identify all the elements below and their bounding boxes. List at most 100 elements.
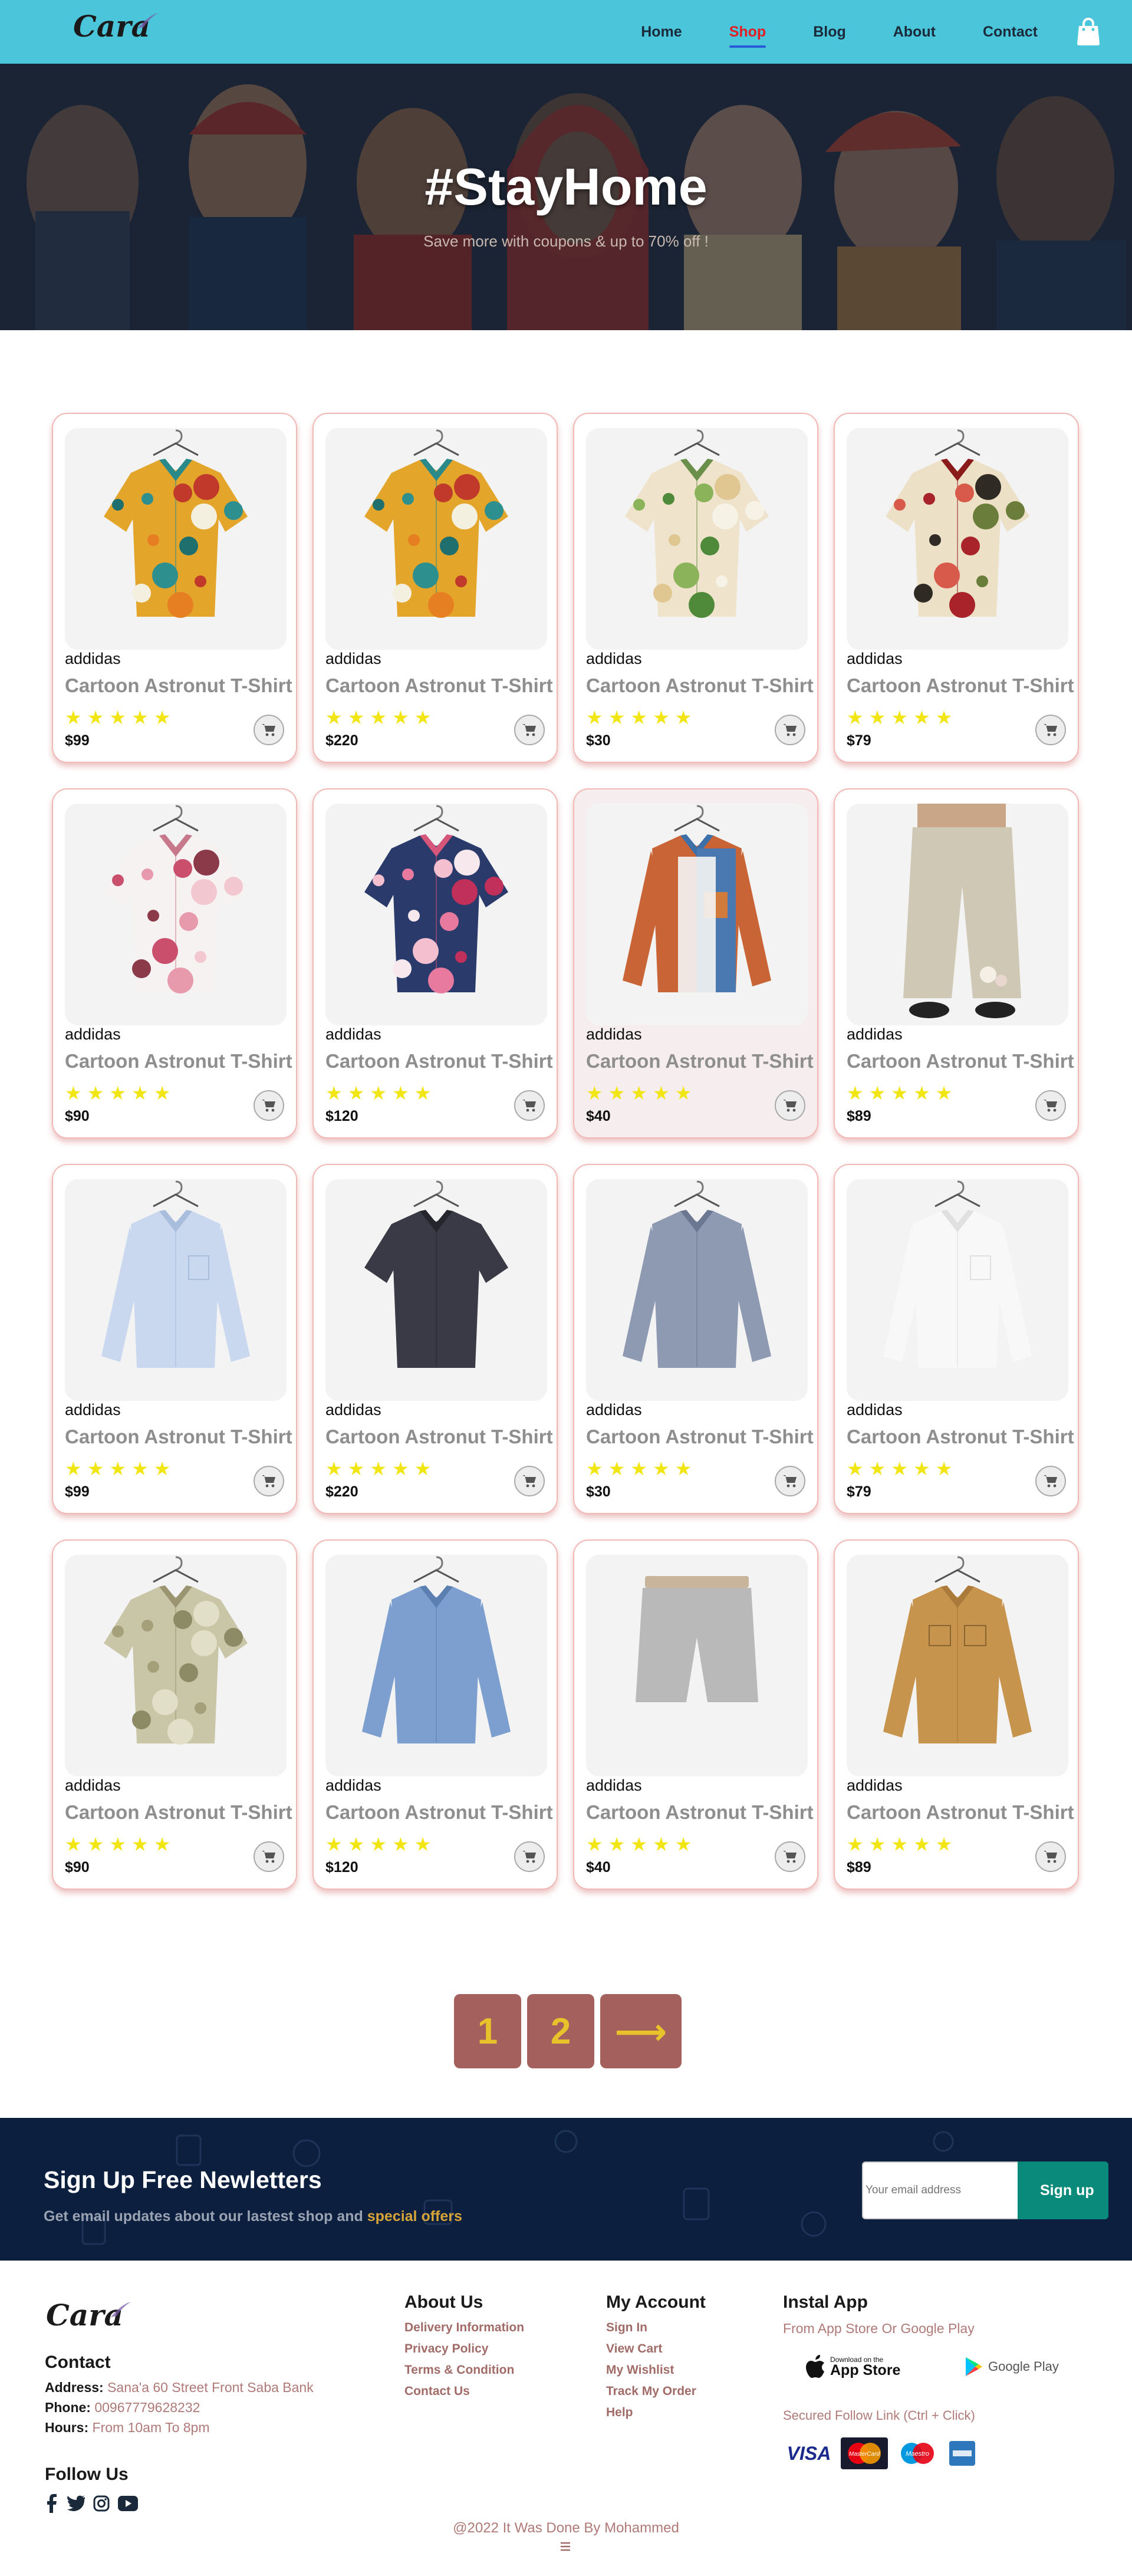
add-to-cart-button[interactable]: [775, 1090, 805, 1121]
nav-home[interactable]: Home: [641, 20, 682, 44]
page-1-button[interactable]: 1: [454, 1994, 521, 2068]
nav-contact[interactable]: Contact: [983, 20, 1038, 44]
star-icon: ★: [109, 1083, 132, 1104]
menu-toggle-icon[interactable]: [559, 2540, 572, 2553]
view-cart-link[interactable]: View Cart: [606, 2342, 662, 2356]
add-to-cart-button[interactable]: [1035, 1090, 1066, 1121]
star-icon: ★: [325, 707, 348, 728]
product-image[interactable]: [65, 428, 287, 650]
star-icon: ★: [847, 1834, 869, 1855]
add-to-cart-button[interactable]: [254, 1466, 284, 1496]
product-image[interactable]: [65, 804, 287, 1025]
youtube-icon[interactable]: [118, 2496, 138, 2511]
cara-logo[interactable]: Cara: [72, 6, 160, 47]
product-card[interactable]: addidas Cartoon Astronut T-Shirt ★★★★★ $120: [312, 788, 558, 1139]
product-photo: [364, 805, 508, 993]
email-input[interactable]: [862, 2162, 1018, 2219]
product-card[interactable]: addidas Cartoon Astronut T-Shirt ★★★★★ $90: [52, 1539, 297, 1890]
terms-condition-link[interactable]: Terms & Condition: [404, 2363, 514, 2377]
signup-button[interactable]: Sign up: [1018, 2162, 1108, 2219]
add-to-cart-button[interactable]: [254, 1090, 284, 1121]
nav-blog[interactable]: Blog: [813, 20, 846, 44]
add-to-cart-button[interactable]: [254, 715, 284, 745]
add-to-cart-button[interactable]: [775, 1466, 805, 1496]
wishlist-link[interactable]: My Wishlist: [606, 2363, 674, 2377]
product-image[interactable]: [847, 1555, 1068, 1776]
star-icon: ★: [109, 1834, 132, 1855]
star-icon: ★: [347, 1834, 370, 1855]
add-to-cart-button[interactable]: [514, 1090, 545, 1121]
product-card[interactable]: addidas Cartoon Astronut T-Shirt ★★★★★ $120: [312, 1539, 558, 1890]
product-image[interactable]: [586, 1179, 808, 1401]
track-order-link[interactable]: Track My Order: [606, 2384, 696, 2399]
product-photo: [903, 804, 1021, 1018]
star-icon: ★: [65, 1458, 87, 1479]
product-brand: addidas: [65, 650, 121, 667]
product-card[interactable]: addidas Cartoon Astronut T-Shirt ★★★★★ $220: [312, 1164, 558, 1514]
product-card[interactable]: addidas Cartoon Astronut T-Shirt ★★★★★ $89: [834, 1539, 1079, 1890]
facebook-icon[interactable]: [45, 2494, 58, 2513]
star-icon: ★: [131, 707, 154, 728]
star-icon: ★: [674, 707, 697, 728]
star-icon: ★: [65, 1834, 87, 1855]
nav-shop[interactable]: Shop: [729, 20, 766, 48]
product-card[interactable]: addidas Cartoon Astronut T-Shirt ★★★★★ $40: [573, 1539, 818, 1890]
product-image[interactable]: [847, 1179, 1068, 1401]
mastercard-icon: MasterCard: [841, 2437, 888, 2469]
product-image[interactable]: [325, 1555, 547, 1776]
product-brand: addidas: [847, 1025, 903, 1043]
product-image[interactable]: [847, 804, 1068, 1025]
app-store-badge[interactable]: Download on the App Store: [805, 2350, 900, 2383]
product-card[interactable]: addidas Cartoon Astronut T-Shirt ★★★★★ $99: [52, 1164, 297, 1514]
pagination: 1 2 ⟶: [454, 1994, 682, 2068]
add-to-cart-button[interactable]: [254, 1841, 284, 1872]
add-to-cart-button[interactable]: [1035, 1466, 1066, 1496]
product-image[interactable]: [586, 1555, 808, 1776]
star-icon: ★: [414, 1458, 437, 1479]
star-icon: ★: [913, 1458, 936, 1479]
product-card[interactable]: addidas Cartoon Astronut T-Shirt ★★★★★ $30: [573, 1164, 818, 1514]
nav-about[interactable]: About: [893, 20, 936, 44]
product-image[interactable]: [325, 428, 547, 650]
product-card[interactable]: addidas Cartoon Astronut T-Shirt ★★★★★ $99: [52, 413, 297, 763]
product-image[interactable]: [586, 428, 808, 650]
instagram-icon[interactable]: [93, 2495, 110, 2512]
product-card[interactable]: addidas Cartoon Astronut T-Shirt ★★★★★ $220: [312, 413, 558, 763]
add-to-cart-button[interactable]: [514, 1841, 545, 1872]
add-to-cart-button[interactable]: [1035, 715, 1066, 745]
add-to-cart-button[interactable]: [514, 1466, 545, 1496]
add-to-cart-button[interactable]: [514, 715, 545, 745]
product-image[interactable]: [65, 1179, 287, 1401]
product-price: $99: [65, 732, 90, 749]
twitter-icon[interactable]: [66, 2495, 85, 2512]
google-play-badge[interactable]: Google Play: [965, 2350, 1059, 2383]
product-image[interactable]: [847, 428, 1068, 650]
add-to-cart-button[interactable]: [775, 1841, 805, 1872]
help-link[interactable]: Help: [606, 2406, 633, 2420]
add-to-cart-button[interactable]: [775, 715, 805, 745]
shopping-bag-icon[interactable]: [1075, 17, 1101, 46]
star-icon: ★: [392, 1458, 414, 1479]
product-image[interactable]: [65, 1555, 287, 1776]
cart-icon: [1044, 1100, 1057, 1112]
product-card[interactable]: addidas Cartoon Astronut T-Shirt ★★★★★ $79: [834, 1164, 1079, 1514]
rating-stars: ★★★★★: [325, 706, 436, 729]
product-card[interactable]: addidas Cartoon Astronut T-Shirt ★★★★★ $89: [834, 788, 1079, 1139]
delivery-information-link[interactable]: Delivery Information: [404, 2321, 524, 2335]
page-2-button[interactable]: 2: [527, 1994, 594, 2068]
product-card[interactable]: addidas Cartoon Astronut T-Shirt ★★★★★ $30: [573, 413, 818, 763]
product-card[interactable]: addidas Cartoon Astronut T-Shirt ★★★★★ $79: [834, 413, 1079, 763]
privacy-policy-link[interactable]: Privacy Policy: [404, 2342, 488, 2356]
star-icon: ★: [392, 1834, 414, 1855]
product-image[interactable]: [325, 1179, 547, 1401]
product-image[interactable]: [586, 804, 808, 1025]
product-card[interactable]: addidas Cartoon Astronut T-Shirt ★★★★★ $90: [52, 788, 297, 1139]
sign-in-link[interactable]: Sign In: [606, 2321, 647, 2335]
add-to-cart-button[interactable]: [1035, 1841, 1066, 1872]
account-heading: My Account: [606, 2292, 706, 2312]
next-page-button[interactable]: ⟶: [600, 1994, 682, 2068]
product-image[interactable]: [325, 804, 547, 1025]
footer-logo[interactable]: Cara: [45, 2295, 133, 2336]
contact-us-link[interactable]: Contact Us: [404, 2384, 470, 2399]
product-card[interactable]: addidas Cartoon Astronut T-Shirt ★★★★★ $40: [573, 788, 818, 1139]
